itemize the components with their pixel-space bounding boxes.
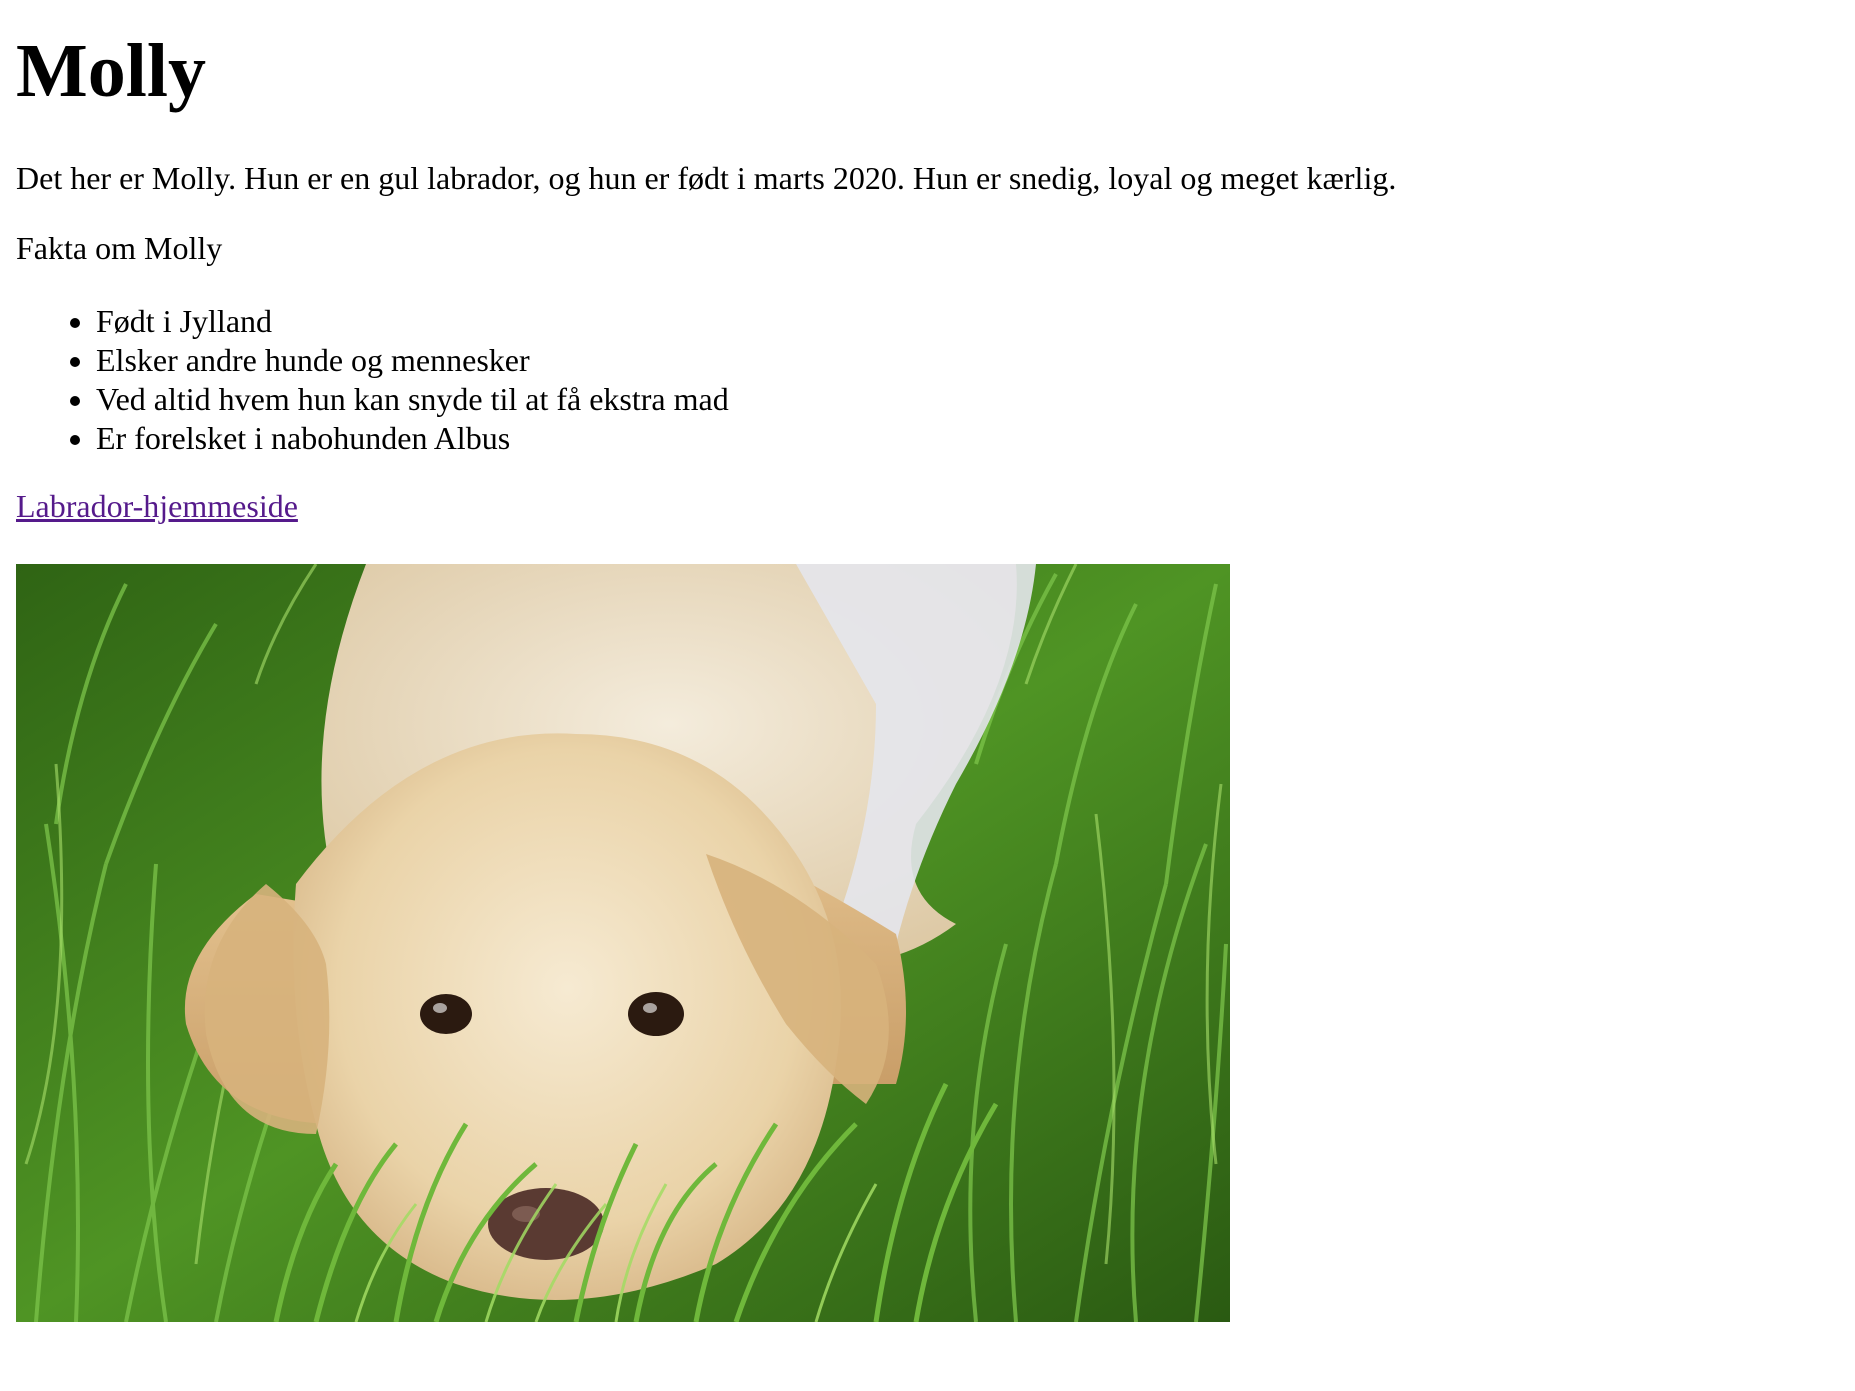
page: Molly Det her er Molly. Hun er en gul la… (0, 0, 1855, 1391)
dog-photo (16, 564, 1230, 1322)
facts-list: Født i Jylland Elsker andre hunde og men… (16, 302, 729, 458)
list-item: Elsker andre hunde og mennesker (96, 341, 729, 380)
facts-heading: Fakta om Molly (16, 230, 223, 266)
list-item: Født i Jylland (96, 302, 729, 341)
labrador-homepage-link[interactable]: Labrador-hjemmeside (16, 486, 298, 526)
list-item: Er forelsket i nabohunden Albus (96, 419, 729, 458)
page-title: Molly (16, 29, 206, 113)
list-item: Ved altid hvem hun kan snyde til at få e… (96, 380, 729, 419)
puppy-in-grass-image (16, 564, 1230, 1322)
intro-paragraph: Det her er Molly. Hun er en gul labrador… (16, 160, 1397, 196)
